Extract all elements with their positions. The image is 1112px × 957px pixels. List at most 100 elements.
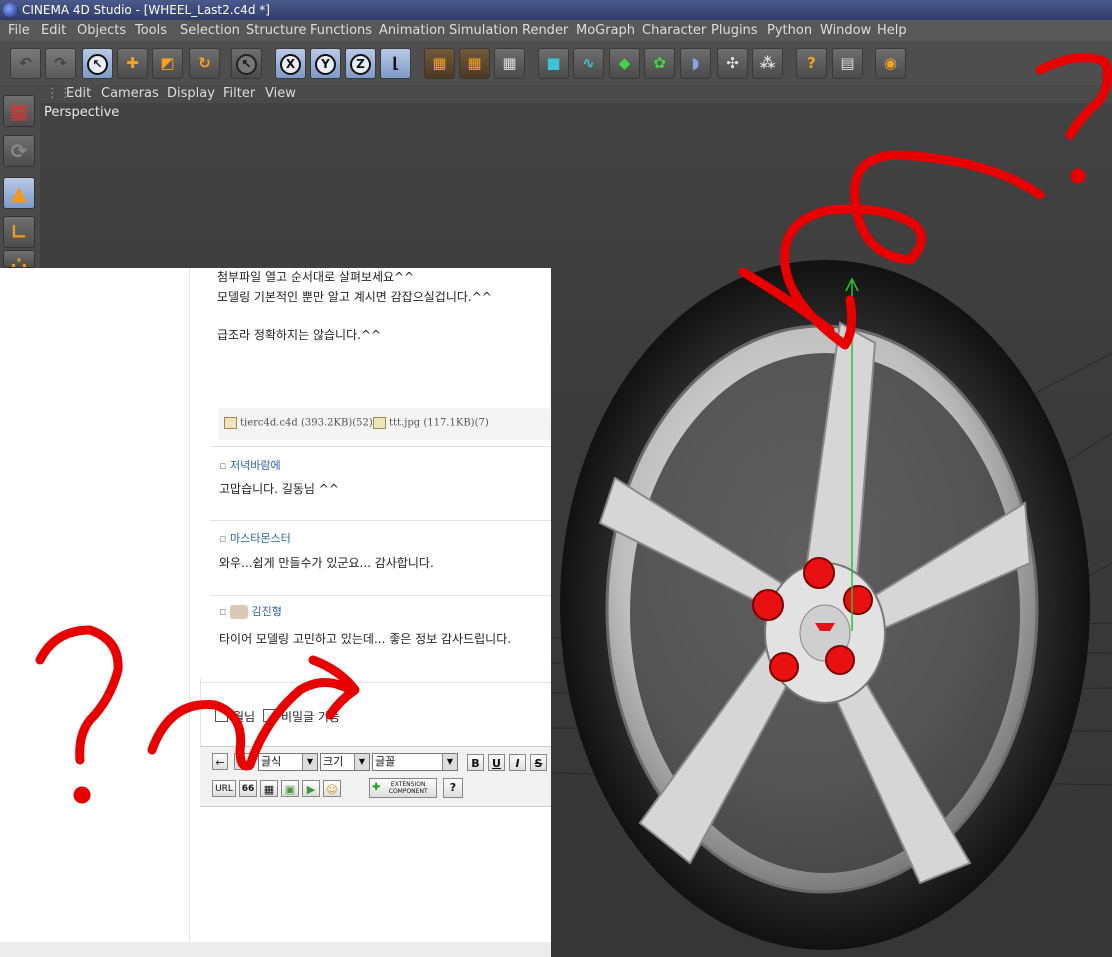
strike-button[interactable]: S xyxy=(530,754,547,771)
attachment-jpg[interactable]: ttt.jpg (117.1KB)(7) xyxy=(373,417,489,429)
comment-text-1: 고맙습니다. 길동님 ^^ xyxy=(219,482,339,496)
cube-button[interactable]: ■ xyxy=(538,48,569,79)
model-mode-button[interactable]: ⟳ xyxy=(3,135,35,167)
x-axis-button[interactable]: X xyxy=(275,48,306,79)
move-tool-button[interactable]: ✚ xyxy=(117,48,148,79)
spline-button[interactable]: ∿ xyxy=(573,48,604,79)
chevron-down-icon: ▼ xyxy=(354,754,369,770)
axis-mode-button[interactable]: ∟ xyxy=(3,216,35,248)
object-mode-button[interactable]: ▲ xyxy=(3,177,35,209)
menu-edit[interactable]: Edit xyxy=(41,20,66,41)
menu-python[interactable]: Python xyxy=(767,20,812,41)
table-button[interactable]: ▦ xyxy=(260,780,278,797)
comment-text-3: 타이어 모델링 고민하고 있는데... 좋은 정보 감사드립니다. xyxy=(219,632,512,646)
array-button[interactable]: ✿ xyxy=(644,48,675,79)
menu-functions[interactable]: Functions xyxy=(310,20,372,41)
scene-button[interactable]: ✣ xyxy=(717,48,748,79)
comment-author-2[interactable]: ▫ 마스타몬스터 xyxy=(219,530,291,546)
image-icon: ▣ xyxy=(284,783,296,796)
bold-button[interactable]: B xyxy=(467,754,484,771)
menu-animation[interactable]: Animation xyxy=(379,20,445,41)
menu-render[interactable]: Render xyxy=(522,20,568,41)
layout-button[interactable]: ▦ xyxy=(3,95,35,127)
help-button[interactable]: ? xyxy=(443,778,463,798)
menu-mograph[interactable]: MoGraph xyxy=(576,20,635,41)
checkbox-1[interactable] xyxy=(215,709,228,722)
web-button[interactable]: ◉ xyxy=(875,48,906,79)
points-mode-button[interactable]: ⁘ xyxy=(3,250,35,278)
viewport-menu-display[interactable]: Display xyxy=(167,85,215,103)
quote-button[interactable]: 66 xyxy=(239,780,257,797)
live-selection-button[interactable]: ↖ xyxy=(82,48,113,79)
array-icon: ✿ xyxy=(653,54,666,72)
scale-tool-button[interactable]: ◩ xyxy=(152,48,183,79)
menu-character[interactable]: Character xyxy=(642,20,706,41)
rotate-tool-button[interactable]: ↻ xyxy=(189,48,220,79)
file-icon xyxy=(224,417,237,429)
play-icon: ▶ xyxy=(306,783,316,796)
menu-selection[interactable]: Selection xyxy=(180,20,240,41)
menu-plugins[interactable]: Plugins xyxy=(711,20,758,41)
coordinate-system-button[interactable]: ⌊ xyxy=(380,48,411,79)
x-axis-icon: X xyxy=(280,54,301,75)
z-axis-button[interactable]: Z xyxy=(345,48,376,79)
axis-icon: ∟ xyxy=(10,220,28,244)
undo-button[interactable]: ← xyxy=(212,753,228,770)
menu-tools[interactable]: Tools xyxy=(135,20,167,41)
undo-button[interactable]: ↶ xyxy=(10,48,41,79)
menu-help[interactable]: Help xyxy=(877,20,907,41)
viewport-menu-cameras[interactable]: Cameras xyxy=(101,85,159,103)
world-axis-icon: ⌊ xyxy=(392,54,399,72)
comment-author-3[interactable]: ▫ 김진형 xyxy=(219,603,282,619)
render-picture-viewer-button[interactable]: ▦ xyxy=(459,48,490,79)
main-toolbar: ↶ ↷ ↖ ✚ ◩ ↻ ↖ X Y Z ⌊ ▦ ▦ ▦ ■ ∿ ◆ ✿ ◗ ✣ … xyxy=(0,41,1112,85)
viewport-menu-edit[interactable]: Edit xyxy=(66,85,91,103)
subdivision-surface-button[interactable]: ◆ xyxy=(609,48,640,79)
extension-component-button[interactable]: ✚ EXTENSION COMPONENT xyxy=(369,778,437,798)
chevron-down-icon: ▼ xyxy=(302,754,317,770)
reply-textarea[interactable] xyxy=(200,806,551,943)
attachment-c4d[interactable]: tierc4d.c4d (393.2KB)(52) xyxy=(224,417,373,429)
cursor-arrow-icon: ↖ xyxy=(87,54,108,75)
post-text-line2: 모델링 기본적인 뿐만 알고 계시면 감잡으실겁니다.^^ xyxy=(217,290,492,304)
table-icon: ▤ xyxy=(840,54,855,72)
cube-icon: ■ xyxy=(546,54,561,72)
viewport-menu-filter[interactable]: Filter xyxy=(223,85,255,103)
comment-icon: ▫ xyxy=(219,605,227,618)
secret-post-checkbox[interactable] xyxy=(263,709,276,722)
image-button[interactable]: ▣ xyxy=(281,780,299,797)
file-icon xyxy=(373,417,386,429)
viewport-menu-view[interactable]: View xyxy=(265,85,296,103)
italic-button[interactable]: I xyxy=(509,754,526,771)
scale-icon: ◩ xyxy=(160,54,175,72)
redo-button[interactable]: → xyxy=(234,753,252,770)
menu-structure[interactable]: Structure xyxy=(246,20,306,41)
y-axis-button[interactable]: Y xyxy=(310,48,341,79)
font-family-select[interactable]: 글꼴 ▼ xyxy=(372,753,458,771)
back-arrow-icon: ← xyxy=(215,756,225,769)
post-text-line3: 급조라 정확하지는 않습니다.^^ xyxy=(217,328,382,342)
redo-button[interactable]: ↷ xyxy=(45,48,76,79)
table-button[interactable]: ▤ xyxy=(832,48,863,79)
underline-button[interactable]: U xyxy=(488,754,505,771)
render-view-button[interactable]: ▦ xyxy=(424,48,455,79)
url-button[interactable]: URL xyxy=(212,780,236,797)
redo-icon: ↷ xyxy=(54,54,67,72)
menu-simulation[interactable]: Simulation xyxy=(449,20,518,41)
emoticon-button[interactable]: ☺ xyxy=(323,780,341,797)
particles-button[interactable]: ⁂ xyxy=(752,48,783,79)
layout-icon: ▦ xyxy=(9,99,29,123)
menu-objects[interactable]: Objects xyxy=(77,20,126,41)
media-button[interactable]: ▶ xyxy=(302,780,320,797)
font-style-select[interactable]: 글식 ▼ xyxy=(258,753,318,771)
help-button[interactable]: ? xyxy=(796,48,827,79)
menu-file[interactable]: File xyxy=(8,20,30,41)
font-size-select[interactable]: 크기 ▼ xyxy=(320,753,370,771)
deformer-button[interactable]: ◗ xyxy=(680,48,711,79)
avatar xyxy=(229,605,248,619)
last-tool-button[interactable]: ↖ xyxy=(231,48,262,79)
menu-window[interactable]: Window xyxy=(820,20,871,41)
comment-author-1[interactable]: ▫ 저녁바람에 xyxy=(219,457,281,473)
chevron-down-icon: ▼ xyxy=(442,754,457,770)
render-settings-button[interactable]: ▦ xyxy=(494,48,525,79)
